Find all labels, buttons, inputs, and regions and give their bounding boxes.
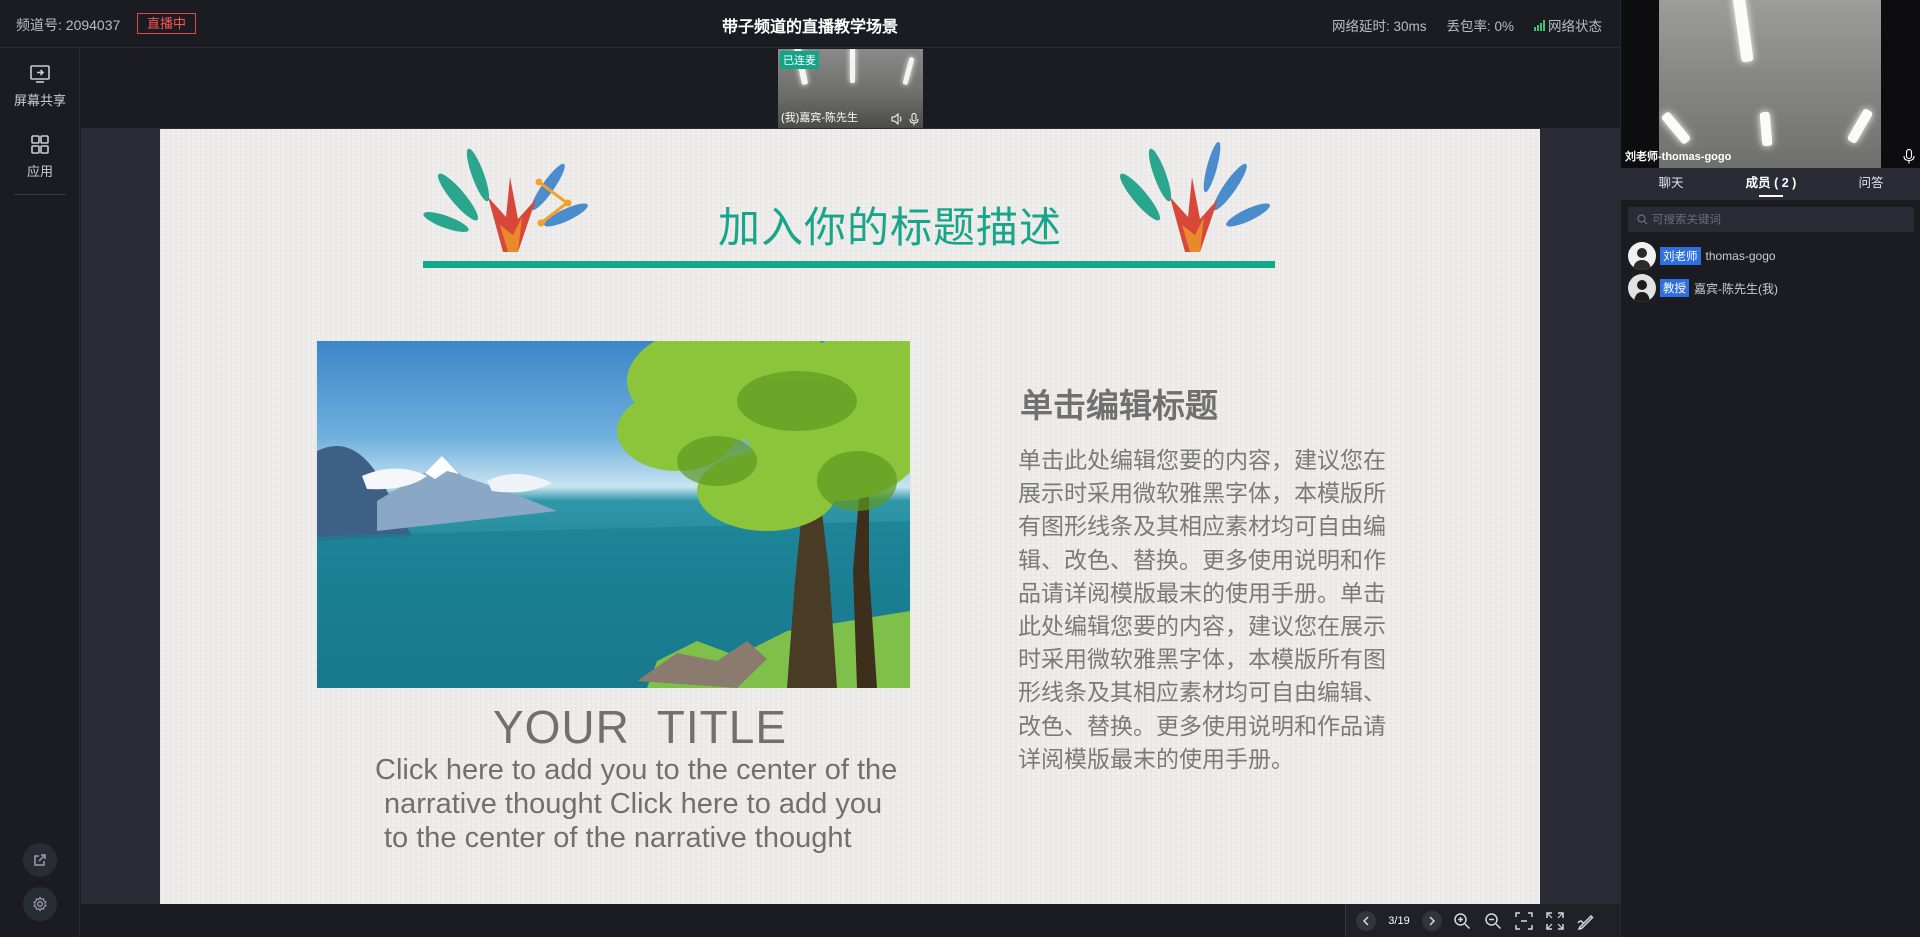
subtitle-line: narrative thought Click here to add you bbox=[384, 788, 883, 820]
pop-out-button[interactable] bbox=[23, 843, 57, 877]
camera-controls bbox=[891, 113, 919, 126]
connector-node-icon bbox=[535, 178, 572, 227]
member-role-badge: 教授 bbox=[1660, 279, 1689, 297]
fullscreen-icon bbox=[1546, 911, 1564, 930]
zoom-out-button[interactable] bbox=[1482, 910, 1504, 932]
member-role-badge: 刘老师 bbox=[1660, 247, 1701, 265]
user-avatar-icon bbox=[1634, 280, 1650, 302]
settings-button[interactable] bbox=[23, 887, 57, 921]
ceiling-light bbox=[1759, 111, 1773, 147]
slide-canvas: 加入你的标题描述 YOUR TITLE Click here to add yo… bbox=[160, 129, 1540, 904]
teacher-video[interactable]: 刘老师-thomas-gogo bbox=[1621, 0, 1920, 168]
slide-toolbar: 3/19 bbox=[81, 904, 1620, 937]
subtitle-line: Click here to add you to the center of t… bbox=[375, 754, 898, 786]
guest-camera-tile[interactable]: 已连麦 (我)嘉宾-陈先生 bbox=[778, 49, 923, 128]
search-icon bbox=[1637, 214, 1648, 225]
edit-section-title[interactable]: 单击编辑标题 bbox=[1020, 379, 1218, 427]
apps-label: 应用 bbox=[26, 164, 53, 179]
chevron-right-icon bbox=[1429, 915, 1436, 926]
chevron-left-icon bbox=[1362, 915, 1369, 926]
zoom-out-icon bbox=[1485, 912, 1502, 929]
ceiling-light bbox=[1846, 107, 1874, 145]
member-search-input[interactable] bbox=[1652, 213, 1902, 226]
latency-readout: 网络延时: 30ms bbox=[1331, 19, 1427, 34]
ceiling-light bbox=[1660, 110, 1692, 146]
annotate-button[interactable] bbox=[1575, 910, 1597, 932]
apps-button[interactable]: 应用 bbox=[0, 135, 80, 180]
camera-user-name: (我)嘉宾-陈先生 bbox=[781, 112, 858, 124]
avatar bbox=[1628, 242, 1656, 270]
avatar bbox=[1628, 274, 1656, 302]
ceiling-light bbox=[850, 49, 855, 83]
microphone-icon[interactable] bbox=[909, 113, 919, 126]
landscape-scene-icon bbox=[317, 341, 910, 688]
member-search bbox=[1628, 207, 1914, 232]
teacher-video-feed bbox=[1659, 0, 1881, 168]
tab-qa[interactable]: 问答 bbox=[1821, 168, 1920, 200]
image-caption-title[interactable]: YOUR TITLE bbox=[365, 700, 915, 754]
heading-underline bbox=[423, 261, 1275, 268]
member-row[interactable]: 刘老师 thomas-gogo bbox=[1628, 242, 1776, 270]
screen-share-button[interactable]: 屏幕共享 bbox=[0, 64, 80, 109]
fit-screen-button[interactable] bbox=[1513, 910, 1535, 932]
member-row[interactable]: 教授 嘉宾-陈先生(我) bbox=[1628, 274, 1778, 302]
image-caption-subtitle[interactable]: Click here to add you to the center of t… bbox=[375, 753, 960, 855]
leaf-decoration-icon bbox=[1119, 141, 1270, 252]
top-bar: 频道号: 2094037 直播中 带子频道的直播教学场景 网络延时: 30ms … bbox=[0, 0, 1620, 48]
presentation-stage: 已连麦 (我)嘉宾-陈先生 加入你的标题描述 YOUR TITLE Click … bbox=[81, 48, 1620, 904]
zoom-in-icon bbox=[1454, 912, 1471, 929]
member-name: 嘉宾-陈先生(我) bbox=[1694, 281, 1778, 296]
teacher-video-name: 刘老师-thomas-gogo bbox=[1625, 151, 1732, 163]
left-sidebar: 屏幕共享 应用 bbox=[0, 48, 80, 937]
member-name: thomas-gogo bbox=[1705, 249, 1776, 263]
slide-controls: 3/19 bbox=[1345, 904, 1620, 937]
ceiling-light bbox=[1732, 0, 1754, 63]
user-avatar-icon bbox=[1633, 248, 1651, 270]
next-page-button[interactable] bbox=[1422, 910, 1442, 931]
screen-share-icon bbox=[30, 65, 50, 83]
subtitle-line: to the center of the narrative thought bbox=[384, 822, 852, 854]
slide-heading[interactable]: 加入你的标题描述 bbox=[718, 194, 1062, 255]
annotate-icon bbox=[1577, 914, 1594, 930]
co-host-tag: 已连麦 bbox=[780, 51, 819, 69]
zoom-in-button[interactable] bbox=[1451, 910, 1473, 932]
network-status-label: 网络状态 bbox=[1548, 19, 1602, 34]
page-indicator: 3/19 bbox=[1388, 914, 1410, 927]
sidebar-divider bbox=[14, 194, 66, 195]
fit-screen-icon bbox=[1515, 911, 1533, 930]
tab-chat[interactable]: 聊天 bbox=[1621, 168, 1721, 200]
fullscreen-button[interactable] bbox=[1544, 910, 1566, 932]
speaker-icon[interactable] bbox=[891, 113, 903, 125]
ceiling-light bbox=[902, 56, 915, 86]
apps-grid-icon bbox=[31, 135, 49, 154]
network-stats: 网络延时: 30ms 丢包率: 0% 网络状态 bbox=[1312, 15, 1602, 35]
gear-icon bbox=[33, 896, 47, 912]
microphone-icon[interactable] bbox=[1903, 149, 1915, 164]
signal-bars-icon bbox=[1534, 19, 1545, 31]
panel-tabs: 聊天 成员 ( 2 ) 问答 bbox=[1621, 168, 1920, 200]
network-status[interactable]: 网络状态 bbox=[1534, 15, 1602, 35]
packet-loss-readout: 丢包率: 0% bbox=[1446, 19, 1514, 34]
tab-members[interactable]: 成员 ( 2 ) bbox=[1721, 168, 1821, 200]
camera-strip: 已连麦 (我)嘉宾-陈先生 bbox=[81, 48, 1620, 128]
right-panel: 刘老师-thomas-gogo 聊天 成员 ( 2 ) 问答 刘老师 thoma… bbox=[1620, 0, 1920, 937]
edit-section-body[interactable]: 单击此处编辑您要的内容，建议您在展示时采用微软雅黑字体，本模版所有图形线条及其相… bbox=[1018, 444, 1403, 776]
landscape-photo[interactable] bbox=[317, 341, 910, 688]
prev-page-button[interactable] bbox=[1356, 910, 1376, 931]
screen-share-label: 屏幕共享 bbox=[13, 93, 66, 108]
external-link-icon bbox=[34, 854, 46, 866]
